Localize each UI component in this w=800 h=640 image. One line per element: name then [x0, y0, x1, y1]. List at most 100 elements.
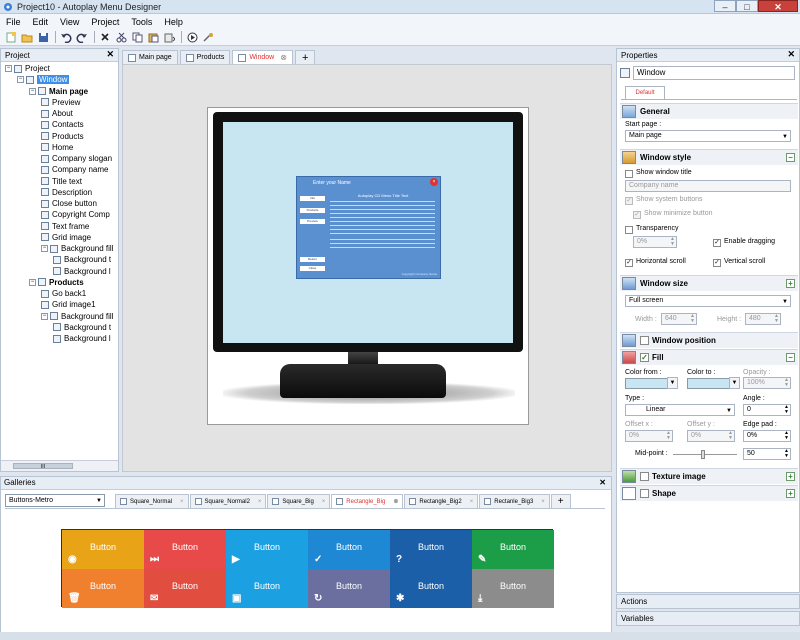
design-canvas[interactable]: Enter your Name × Autoplay CD Menu Title… [122, 64, 612, 472]
spinner-icon[interactable]: ▲ ▼ [666, 431, 671, 441]
gallery-tile[interactable]: Button ⏭ [144, 530, 226, 569]
close-tab-icon[interactable]: ⊗ [280, 53, 287, 62]
close-tab-icon[interactable]: × [258, 499, 262, 505]
tree-node[interactable]: Copyright Comp [41, 209, 110, 220]
new-icon[interactable] [4, 30, 18, 44]
fill-type-dropdown[interactable]: Linear ▼ [625, 404, 735, 416]
expand-toggle[interactable]: + [786, 489, 795, 498]
collapse-icon[interactable]: − [29, 278, 36, 286]
spinner-icon[interactable]: ▲ ▼ [774, 314, 779, 324]
window-title-field[interactable]: Company name [625, 180, 791, 192]
tree-node[interactable]: Background t [53, 254, 111, 265]
section-fill[interactable]: ✓ Fill − [620, 349, 798, 365]
collapse-icon[interactable]: − [41, 312, 48, 320]
section-shape[interactable]: Shape + [620, 485, 798, 501]
mid-point-field[interactable]: 50 ▲ ▼ [743, 448, 791, 460]
gallery-tile[interactable]: Button ⤓ [472, 569, 554, 608]
tree-node[interactable]: Description [41, 187, 92, 198]
spinner-icon[interactable]: ▲ ▼ [690, 314, 695, 324]
tab-main-page[interactable]: Main page [122, 50, 178, 64]
tree-node[interactable]: Go back1 [41, 288, 86, 299]
collapse-icon[interactable]: − [5, 65, 12, 72]
close-icon[interactable]: ✕ [787, 49, 795, 60]
close-tab-icon[interactable]: × [541, 499, 545, 505]
tree-node[interactable]: − Project [5, 63, 50, 74]
close-window-button[interactable]: ✕ [758, 0, 798, 12]
gallery-tab[interactable]: Rectanle_Big3 × [479, 494, 550, 508]
tree-node[interactable]: − Products [29, 277, 84, 288]
maximize-button[interactable]: □ [736, 0, 758, 12]
minimize-button[interactable]: – [714, 0, 736, 12]
close-tab-icon[interactable]: × [322, 499, 326, 505]
section-window-style[interactable]: Window style − [620, 149, 798, 165]
horizontal-scroll-checkbox[interactable]: ✓ [625, 259, 633, 267]
delete-icon[interactable] [98, 30, 112, 44]
tree-node[interactable]: − Background fill [41, 311, 113, 322]
gallery-tile[interactable]: Button ✱ [390, 569, 472, 608]
tab-products[interactable]: Products [179, 50, 231, 64]
show-title-checkbox[interactable] [625, 170, 633, 178]
angle-field[interactable]: 0 ▲ ▼ [743, 404, 791, 416]
tree-node[interactable]: Company name [41, 164, 108, 175]
tree-node[interactable]: Background t [53, 322, 111, 333]
add-gallery-tab-button[interactable]: + [550, 494, 571, 508]
tree-node[interactable]: About [41, 108, 73, 119]
menu-edit[interactable]: Edit [27, 17, 55, 27]
tree-node[interactable]: − Window [17, 74, 70, 85]
tree-node[interactable]: Company slogan [41, 153, 112, 164]
tree-node[interactable]: Preview [41, 97, 80, 108]
gallery-tile[interactable]: Button ✎ [472, 530, 554, 569]
gallery-tile[interactable]: Button ✉ [144, 569, 226, 608]
horizontal-scrollbar[interactable]: III [1, 460, 118, 471]
tree-node[interactable]: Close button [41, 198, 97, 209]
opacity-field[interactable]: 100% ▲ ▼ [743, 377, 791, 389]
texture-image-checkbox[interactable] [640, 472, 649, 481]
gallery-tile[interactable]: Button ↻ [308, 569, 390, 608]
vertical-scroll-checkbox[interactable]: ✓ [713, 259, 721, 267]
tree-node[interactable]: Grid image1 [41, 299, 96, 310]
gallery-tile[interactable]: Button ◉ [62, 530, 144, 569]
spinner-icon[interactable]: ▲ ▼ [728, 431, 733, 441]
chevron-down-icon[interactable]: ▼ [667, 377, 678, 389]
gallery-tile[interactable]: Button ✓ [308, 530, 390, 569]
variables-tab[interactable]: Variables [616, 611, 800, 626]
object-name-field[interactable]: Window [633, 66, 795, 80]
section-general[interactable]: General [620, 103, 798, 119]
collapse-toggle[interactable]: − [786, 153, 795, 162]
mid-point-slider-thumb[interactable] [701, 450, 705, 459]
spinner-icon[interactable]: ▲ ▼ [784, 378, 789, 388]
tab-default[interactable]: Default [625, 86, 665, 99]
tree-node[interactable]: − Background fill [41, 243, 113, 254]
copy-icon[interactable] [130, 30, 144, 44]
section-window-position[interactable]: Window position [620, 332, 798, 348]
window-size-dropdown[interactable]: Full screen ▼ [625, 295, 791, 307]
offset-x-field[interactable]: 0% ▲ ▼ [625, 430, 673, 442]
close-icon[interactable]: ✕ [106, 49, 114, 60]
width-field[interactable]: 640 ▲ ▼ [661, 313, 697, 325]
menu-project[interactable]: Project [85, 17, 125, 27]
gallery-set-dropdown[interactable]: Buttons-Metro ▼ [5, 494, 105, 507]
start-page-dropdown[interactable]: Main page ▼ [625, 130, 791, 142]
gallery-tile[interactable]: Button? [390, 530, 472, 569]
section-texture-image[interactable]: Texture image + [620, 468, 798, 484]
add-tab-button[interactable]: + [294, 50, 316, 64]
close-tab-icon[interactable]: × [180, 499, 184, 505]
gallery-tab[interactable]: Square_Big × [267, 494, 331, 508]
save-icon[interactable] [36, 30, 50, 44]
section-window-size[interactable]: Window size + [620, 275, 798, 291]
spinner-icon[interactable]: ▲ ▼ [670, 237, 675, 247]
tree-node[interactable]: Title text [41, 176, 82, 187]
window-preview[interactable]: Enter your Name × Autoplay CD Menu Title… [207, 107, 529, 425]
expand-toggle[interactable]: + [786, 279, 795, 288]
chevron-down-icon[interactable]: ▼ [729, 377, 740, 389]
collapse-icon[interactable]: − [41, 245, 48, 252]
menu-help[interactable]: Help [158, 17, 189, 27]
tree-node[interactable]: − Main page [29, 86, 88, 97]
shape-checkbox[interactable] [640, 489, 649, 498]
transparency-checkbox[interactable] [625, 226, 633, 234]
tree-node[interactable]: Text frame [41, 221, 89, 232]
spinner-icon[interactable]: ▲ ▼ [784, 449, 789, 459]
close-tab-icon[interactable]: × [470, 499, 474, 505]
collapse-icon[interactable]: − [17, 76, 24, 84]
gallery-tab[interactable]: Square_Normal2 × [189, 494, 267, 508]
